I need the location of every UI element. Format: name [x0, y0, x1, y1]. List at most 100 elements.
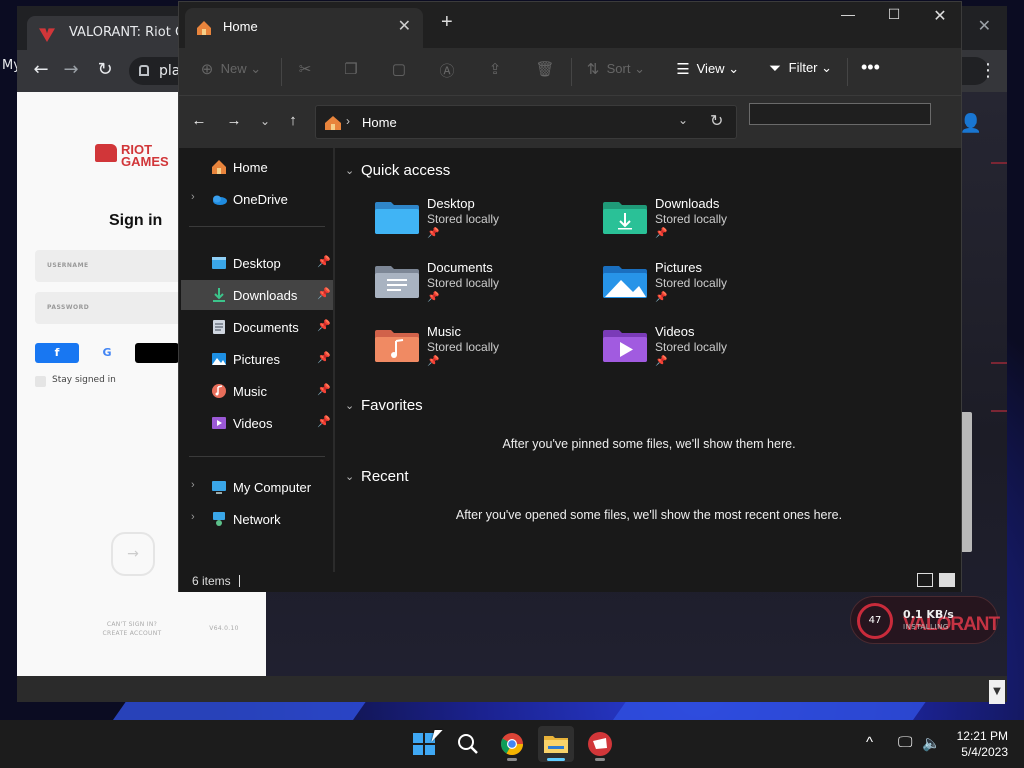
sidebar-item-videos[interactable]: Videos 📌	[181, 408, 333, 438]
pin-icon[interactable]: 📌	[317, 351, 331, 364]
volume-icon[interactable]: 🔈	[922, 734, 941, 752]
breadcrumb-chevron-icon[interactable]: ›	[346, 114, 350, 128]
delete-button[interactable]: 🗑	[535, 60, 555, 78]
sidebar-item-documents[interactable]: Documents 📌	[181, 312, 333, 342]
pin-icon[interactable]: 📌	[317, 319, 331, 332]
search-button[interactable]	[450, 726, 486, 762]
pin-icon[interactable]: 📌	[317, 383, 331, 396]
recent-empty-message: After you've opened some files, we'll sh…	[455, 508, 843, 522]
expand-chevron-icon[interactable]: ›	[191, 191, 195, 203]
view-button[interactable]: ☰ View ⌄	[673, 60, 739, 78]
sidebar-item-network[interactable]: › Network	[181, 504, 333, 534]
expand-chevron-icon[interactable]: ›	[191, 479, 195, 491]
new-button[interactable]: ⊕ New ⌄	[197, 60, 261, 78]
search-input[interactable]	[749, 103, 931, 125]
address-dropdown-icon[interactable]: ⌄	[678, 113, 688, 127]
signin-help-links[interactable]: CAN'T SIGN IN? CREATE ACCOUNT	[97, 620, 167, 638]
details-view-icon[interactable]	[917, 573, 933, 587]
install-progress-ring: 47	[857, 603, 893, 639]
chrome-icon	[501, 733, 523, 755]
address-field[interactable]: › Home ⌄ ↻	[315, 105, 737, 139]
more-options-icon[interactable]: •••	[861, 57, 880, 78]
stay-signed-in-checkbox[interactable]	[35, 376, 46, 387]
recent-locations-chevron-icon[interactable]: ⌄	[255, 114, 275, 128]
network-status-icon[interactable]: 🖵	[898, 734, 912, 751]
plus-circle-icon: ⊕	[200, 61, 214, 78]
status-divider	[239, 575, 240, 587]
apple-login-button[interactable]	[135, 343, 179, 363]
clock-time: 12:21 PM	[956, 729, 1008, 743]
forward-arrow-icon[interactable]: →	[59, 59, 83, 80]
new-tab-icon[interactable]: +	[441, 11, 453, 34]
facebook-login-button[interactable]: f	[35, 343, 79, 363]
version-label: V64.0.10	[209, 625, 239, 632]
home-icon	[197, 21, 211, 35]
system-clock[interactable]: 12:21 PM 5/4/2023	[950, 728, 1008, 760]
minimize-icon[interactable]: —	[825, 6, 871, 30]
up-arrow-icon[interactable]: ↑	[283, 112, 303, 129]
reload-icon[interactable]: ↻	[93, 59, 117, 80]
sidebar-item-onedrive[interactable]: › OneDrive	[181, 184, 333, 214]
signin-submit-button[interactable]: →	[111, 532, 155, 576]
pin-icon: 📌	[655, 228, 668, 239]
refresh-icon[interactable]: ↻	[710, 111, 723, 131]
filter-button[interactable]: ⏷ Filter ⌄	[765, 60, 832, 77]
favorites-header[interactable]: ⌄ Favorites	[345, 397, 423, 414]
scroll-down-arrow-icon[interactable]: ▼	[989, 680, 1005, 704]
tab-close-icon[interactable]: ✕	[398, 16, 411, 36]
quick-access-music[interactable]: Music Stored locally 📌	[375, 322, 575, 378]
favorites-empty-message: After you've pinned some files, we'll sh…	[502, 437, 796, 451]
breadcrumb-home[interactable]: Home	[362, 115, 397, 130]
quick-access-documents[interactable]: Documents Stored locally 📌	[375, 258, 575, 314]
pin-icon[interactable]: 📌	[317, 287, 331, 300]
sidebar-item-my-computer[interactable]: › My Computer	[181, 472, 333, 502]
show-hidden-icons-chevron-icon[interactable]: ^	[866, 734, 873, 751]
sidebar-item-music[interactable]: Music 📌	[181, 376, 333, 406]
sort-button[interactable]: ⇅ Sort ⌄	[583, 60, 645, 78]
tiles-view-icon[interactable]	[939, 573, 955, 587]
rename-button[interactable]: Ⓐ	[437, 60, 457, 81]
sidebar-item-downloads[interactable]: Downloads 📌	[181, 280, 333, 310]
browser-menu-icon[interactable]: ⋮	[979, 60, 997, 81]
paste-button[interactable]: ▢	[389, 60, 409, 78]
cut-button[interactable]: ✂	[295, 60, 315, 78]
search-icon	[458, 734, 478, 754]
install-progress-badge[interactable]: 47 VALORANT 0.1 KB/s INSTALLING	[850, 596, 1000, 644]
expand-chevron-icon[interactable]: ›	[191, 511, 195, 523]
quick-access-downloads[interactable]: Downloads Stored locally 📌	[603, 194, 803, 250]
videos-folder-icon	[603, 330, 647, 362]
quick-access-desktop[interactable]: Desktop Stored locally 📌	[375, 194, 575, 250]
back-arrow-icon[interactable]: ←	[189, 112, 209, 129]
recent-header[interactable]: ⌄ Recent	[345, 468, 409, 485]
downloads-icon	[213, 288, 225, 302]
view-icon: ☰	[676, 61, 690, 78]
chrome-taskbar-app[interactable]	[494, 726, 530, 762]
quick-access-header[interactable]: ⌄ Quick access	[345, 162, 450, 179]
forward-arrow-icon[interactable]: →	[224, 112, 244, 129]
google-login-button[interactable]: G	[85, 343, 129, 363]
browser-close-icon[interactable]: ✕	[978, 16, 991, 35]
sidebar-item-home[interactable]: Home	[181, 152, 333, 182]
filter-icon: ⏷	[768, 60, 781, 77]
quick-access-pictures[interactable]: Pictures Stored locally 📌	[603, 258, 803, 314]
pin-icon[interactable]: 📌	[317, 415, 331, 428]
maximize-icon[interactable]: ☐	[871, 6, 917, 30]
pin-icon: 📌	[655, 292, 668, 303]
paste-icon: ▢	[391, 61, 407, 78]
share-button[interactable]: ⇪	[485, 60, 505, 78]
install-speed: 0.1 KB/s	[903, 608, 954, 621]
riot-client-taskbar-app[interactable]	[582, 726, 618, 762]
address-bar-row: ← → ⌄ ↑ › Home ⌄ ↻	[179, 96, 961, 148]
status-bar: 6 items	[179, 572, 961, 592]
sidebar-item-desktop[interactable]: Desktop 📌	[181, 248, 333, 278]
quick-access-videos[interactable]: Videos Stored locally 📌	[603, 322, 803, 378]
explorer-tab-title: Home	[223, 19, 258, 34]
sidebar-item-pictures[interactable]: Pictures 📌	[181, 344, 333, 374]
explorer-tab-home[interactable]: Home ✕	[185, 8, 423, 48]
file-explorer-taskbar-app[interactable]	[538, 726, 574, 762]
copy-button[interactable]: ❐	[341, 60, 361, 78]
running-indicator	[595, 758, 605, 761]
close-icon[interactable]: ✕	[917, 6, 963, 30]
pin-icon[interactable]: 📌	[317, 255, 331, 268]
back-arrow-icon[interactable]: ←	[29, 59, 53, 80]
